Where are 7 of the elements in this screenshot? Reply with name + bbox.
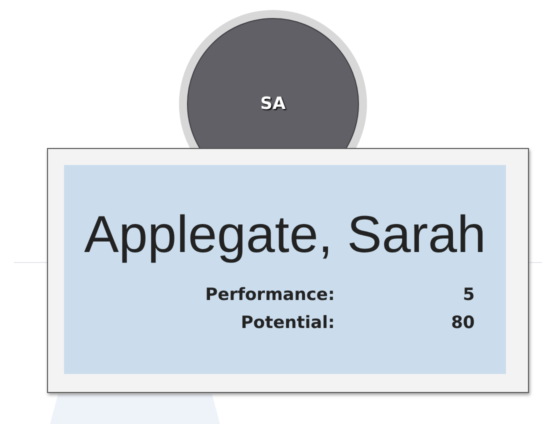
metric-label: Potential: <box>240 313 335 333</box>
employee-name: Applegate, Sarah <box>84 209 486 261</box>
employee-card[interactable]: Applegate, Sarah Performance: 5 Potential: 80 <box>47 148 529 393</box>
metric-value: 5 <box>462 285 475 305</box>
metric-value: 80 <box>450 313 475 333</box>
metric-label: Performance: <box>205 285 335 305</box>
avatar-initials: SA <box>260 94 286 114</box>
